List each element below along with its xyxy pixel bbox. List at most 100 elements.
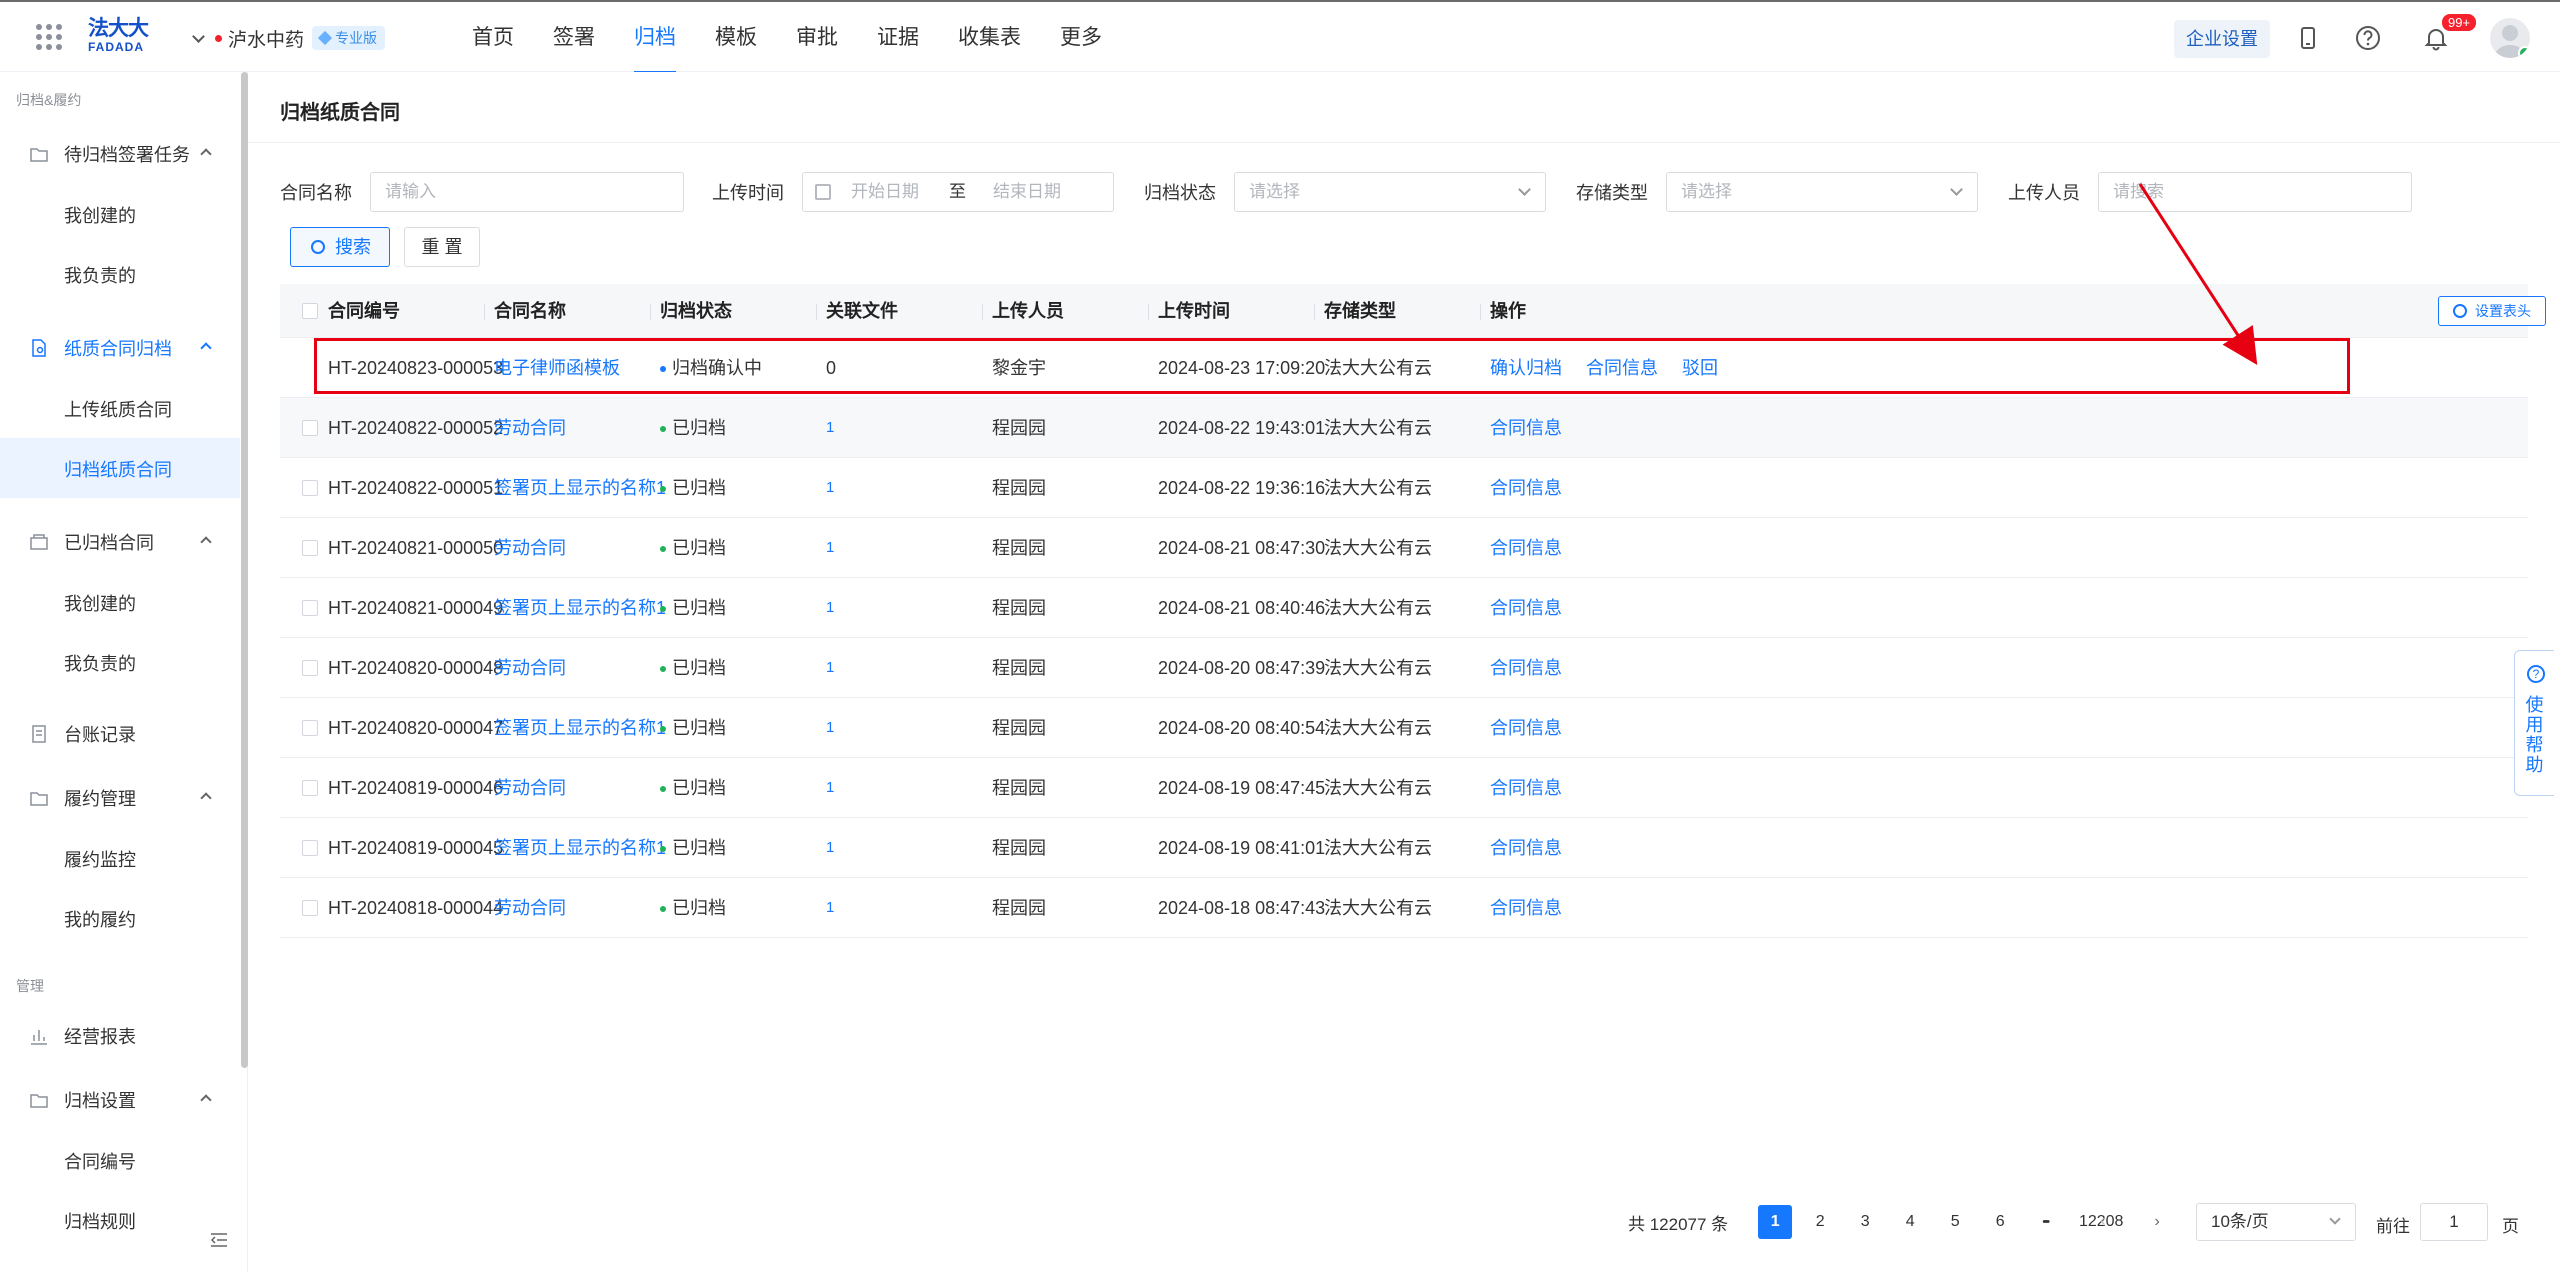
contract-name-link[interactable]: 劳动合同 (494, 638, 566, 698)
next-page-button[interactable]: › (2140, 1205, 2174, 1239)
contract-info-link[interactable]: 合同信息 (1490, 878, 1562, 938)
avatar[interactable] (2490, 18, 2530, 58)
contract-info-link[interactable]: 合同信息 (1490, 638, 1562, 698)
page-button[interactable]: 3 (1848, 1205, 1882, 1239)
set-columns-button[interactable]: 设置表头 (2438, 296, 2546, 326)
contract-info-link[interactable]: 合同信息 (1490, 458, 1562, 518)
contract-id: HT-20240819-000045 (328, 838, 504, 858)
archive-status: 已归档 (660, 578, 726, 638)
sidebar-sub-label: 上传纸质合同 (64, 400, 172, 420)
uploader-name: 程园园 (992, 478, 1046, 498)
nav-item[interactable]: 审批 (796, 2, 838, 74)
row-checkbox[interactable] (302, 720, 318, 736)
page-button[interactable]: 4 (1893, 1205, 1927, 1239)
row-checkbox[interactable] (302, 480, 318, 496)
column-header: 上传时间 (1158, 301, 1230, 321)
row-checkbox[interactable] (302, 540, 318, 556)
contract-name-link[interactable]: 签署页上显示的名称1 (494, 818, 666, 878)
help-tab[interactable]: ? 使用帮助 (2514, 650, 2554, 796)
nav-item[interactable]: 签署 (553, 2, 595, 74)
app-grid-icon[interactable] (36, 24, 62, 50)
page-button[interactable]: 2 (1803, 1205, 1837, 1239)
contract-name-link[interactable]: 劳动合同 (494, 518, 566, 578)
row-checkbox[interactable] (302, 900, 318, 916)
contract-info-link[interactable]: 合同信息 (1490, 758, 1562, 818)
org-switcher[interactable]: 泸水中药 专业版 (192, 24, 386, 52)
sidebar-sub-upload-paper[interactable]: 上传纸质合同 (0, 378, 240, 438)
row-checkbox[interactable] (302, 840, 318, 856)
contract-name-link[interactable]: 签署页上显示的名称1 (494, 698, 666, 758)
select-all-checkbox[interactable] (302, 303, 318, 319)
more-pages-button[interactable]: ••• (2028, 1205, 2062, 1239)
nav-item[interactable]: 首页 (472, 2, 514, 74)
row-checkbox[interactable] (302, 420, 318, 436)
page-button[interactable]: 1 (1758, 1205, 1793, 1239)
sidebar-sub-monitor[interactable]: 履约监控 (0, 828, 240, 888)
nav-item[interactable]: 更多 (1060, 2, 1102, 74)
contract-name-link[interactable]: 签署页上显示的名称1 (494, 578, 666, 638)
sidebar-sub-created[interactable]: 我创建的 (0, 184, 240, 244)
folder-settings-icon (30, 1094, 48, 1108)
page-size-select[interactable]: 10条/页 (2196, 1203, 2356, 1241)
notification-badge: 99+ (2440, 12, 2479, 33)
sidebar-sub-responsible[interactable]: 我负责的 (0, 244, 240, 304)
storage-type: 法大大公有云 (1324, 898, 1432, 918)
nav-item[interactable]: 证据 (877, 2, 919, 74)
sidebar-sub-contract-number[interactable]: 合同编号 (0, 1130, 240, 1190)
page-button[interactable]: 6 (1983, 1205, 2017, 1239)
row-checkbox[interactable] (302, 660, 318, 676)
contract-info-link[interactable]: 合同信息 (1490, 398, 1562, 458)
contract-name-link[interactable]: 劳动合同 (494, 878, 566, 938)
table-row: HT-20240820-000047 签署页上显示的名称1 已归档 1 程园园 2024-… (280, 698, 2528, 758)
column-header: 存储类型 (1324, 301, 1396, 321)
collapse-sidebar-icon[interactable] (210, 1232, 228, 1248)
upload-time: 2024-08-20 08:47:39 (1158, 658, 1326, 678)
contract-info-link[interactable]: 合同信息 (1490, 698, 1562, 758)
linked-files-count[interactable]: 1 (826, 638, 834, 698)
sidebar-sub-archive-rules[interactable]: 归档规则 (0, 1190, 240, 1250)
table-row: HT-20240819-000046 劳动合同 已归档 1 程园园 2024-08-19 … (280, 758, 2528, 818)
contract-name-link[interactable]: 签署页上显示的名称1 (494, 458, 666, 518)
nav-item[interactable]: 模板 (715, 2, 757, 74)
linked-files-count[interactable]: 1 (826, 758, 834, 818)
help-icon[interactable] (2354, 24, 2382, 52)
diamond-icon (317, 30, 333, 46)
linked-files-count[interactable]: 1 (826, 458, 834, 518)
nav-item[interactable]: 收集表 (958, 2, 1021, 74)
sidebar-sub-my-performance[interactable]: 我的履约 (0, 888, 240, 948)
contract-name-link[interactable]: 劳动合同 (494, 398, 566, 458)
contract-info-link[interactable]: 合同信息 (1490, 518, 1562, 578)
sidebar-sub-responsible[interactable]: 我负责的 (0, 632, 240, 692)
mobile-icon[interactable] (2294, 24, 2322, 52)
linked-files-count[interactable]: 1 (826, 698, 834, 758)
sidebar-sub-label: 我负责的 (64, 266, 136, 286)
linked-files-count[interactable]: 1 (826, 398, 834, 458)
sidebar-item-performance[interactable]: 履约管理 (0, 768, 240, 828)
goto-page-suffix: 页 (2502, 1217, 2519, 1236)
sidebar-sub-created[interactable]: 我创建的 (0, 572, 240, 632)
nav-item[interactable]: 归档 (634, 2, 676, 74)
sidebar-sub-archive-paper[interactable]: 归档纸质合同 (0, 438, 240, 498)
linked-files-count[interactable]: 1 (826, 818, 834, 878)
linked-files-count[interactable]: 1 (826, 878, 834, 938)
contract-info-link[interactable]: 合同信息 (1490, 818, 1562, 878)
linked-files-count[interactable]: 1 (826, 578, 834, 638)
sidebar-scrollbar[interactable] (241, 72, 248, 1068)
row-checkbox[interactable] (302, 600, 318, 616)
sidebar-item-archived[interactable]: 已归档合同 (0, 512, 240, 572)
linked-files-count[interactable]: 1 (826, 518, 834, 578)
org-name: 泸水中药 (228, 29, 305, 51)
prev-page-button[interactable]: ‹ (2100, 1204, 2134, 1238)
page-button[interactable]: 5 (1938, 1205, 1972, 1239)
contract-name-link[interactable]: 劳动合同 (494, 758, 566, 818)
sidebar-item-ledger[interactable]: 台账记录 (0, 704, 240, 764)
sidebar-item-archive-settings[interactable]: 归档设置 (0, 1070, 240, 1130)
logo[interactable]: 法大大 FADADA (88, 18, 152, 56)
corp-settings-button[interactable]: 企业设置 (2174, 20, 2270, 58)
contract-info-link[interactable]: 合同信息 (1490, 578, 1562, 638)
sidebar-item-reports[interactable]: 经营报表 (0, 1006, 240, 1066)
sidebar-item-pending-archive[interactable]: 待归档签署任务 (0, 124, 240, 184)
goto-page-input[interactable]: 1 (2420, 1203, 2488, 1241)
row-checkbox[interactable] (302, 780, 318, 796)
sidebar-item-paper-archive[interactable]: 纸质合同归档 (0, 318, 240, 378)
